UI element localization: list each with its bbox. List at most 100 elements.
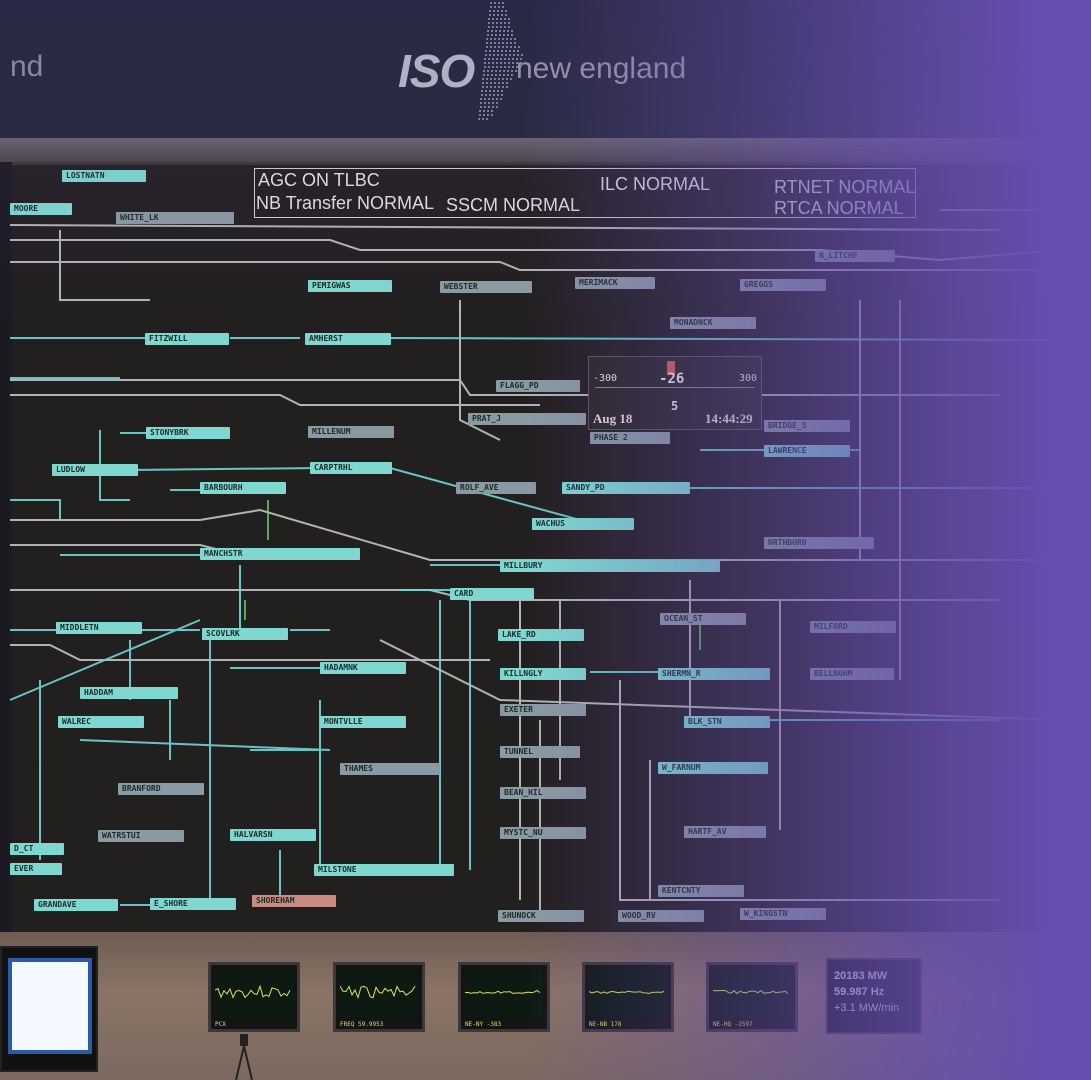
substation-ludlow: LUDLOW (52, 464, 138, 476)
substation-bellnghm: BELLNGHM (810, 668, 894, 680)
substation-montvlle: MONTVLLE (320, 716, 406, 728)
substation-merimack: MERIMACK (575, 277, 655, 289)
substation-w-farnum: W_FARNUM (658, 762, 768, 774)
substation-thames: THAMES (340, 763, 440, 775)
substation-bean-hil: BEAN_HIL (500, 787, 586, 799)
trend-monitor-ne-hq: NE-HQ -2597 (706, 962, 798, 1032)
substation-flagg-pd: FLAGG_PD (496, 380, 580, 392)
trend-monitor-caption: NE-NY -383 (465, 1021, 502, 1028)
substation-halvarsn: HALVARSN (230, 829, 316, 841)
trend-monitor-caption: FREQ 59.9953 (340, 1021, 384, 1028)
substation-tunnel: TUNNEL (500, 746, 580, 758)
left-monitor-screen (8, 958, 92, 1054)
trend-line (339, 985, 416, 1000)
substation-phase-2: PHASE 2 (590, 432, 670, 444)
meter-max: 300 (739, 373, 758, 384)
substation-lawrence: LAWRENCE (764, 445, 850, 457)
trend-monitor-screen (588, 969, 667, 1017)
meter-date: Aug 18 (593, 411, 633, 426)
substation-kentcnty: KENTCNTY (658, 885, 744, 897)
trend-monitor-screen (464, 969, 543, 1017)
substation-ever: EVER (10, 863, 62, 875)
substation-middletn: MIDDLETN (56, 622, 142, 634)
trend-monitor-freq: FREQ 59.9953 (333, 962, 425, 1032)
substation-blk-stn: BLK_STN (684, 716, 770, 728)
substation-hadamnk: HADAMNK (320, 662, 406, 674)
substation-milford: MILFORD (810, 621, 896, 633)
substation-webster: WEBSTER (440, 281, 532, 293)
substation-branford: BRANFORD (118, 783, 204, 795)
substation-prat-j: PRAT_J (468, 413, 586, 425)
status-rtca: RTCA NORMAL (774, 198, 904, 218)
substation-barbourh: BARBOURH (200, 482, 286, 494)
substation-haddam: HADDAM (80, 687, 178, 699)
status-rtnet: RTNET NORMAL (774, 177, 916, 197)
substation-walrec: WALREC (58, 716, 144, 728)
substation-fitzwill: FITZWILL (145, 333, 229, 345)
substation-milstone: MILSTONE (314, 864, 454, 876)
substation-shoreham: SHOREHAM (252, 895, 336, 907)
left-monitor (0, 946, 98, 1072)
substation-exeter: EXETER (500, 704, 586, 716)
substation-lake-rd: LAKE_RD (498, 629, 584, 641)
substation-sandy-pd: SANDY_PD (562, 482, 690, 494)
meter-sub-value: 5 (671, 399, 679, 413)
substation-amherst: AMHERST (305, 333, 391, 345)
substation-hartf-av: HARTF_AV (684, 826, 766, 838)
trend-monitor-ne-ny: NE-NY -383 (458, 962, 550, 1032)
status-ilc: ILC NORMAL (600, 174, 711, 194)
substation-n-litchf: N_LITCHF (815, 250, 895, 262)
trend-monitor-ne-nb: NE-NB 178 (582, 962, 674, 1032)
substation-nrthboro: NRTHBORO (764, 537, 874, 549)
system-frequency: 59.987 Hz (834, 986, 885, 998)
ace-meter-panel: -300 -26 300 5 Aug 18 14:44:29 (588, 356, 762, 430)
substation-w-kingstn: W_KINGSTN (740, 908, 826, 920)
substation-watrstui: WATRSTUI (98, 830, 184, 842)
trend-monitor-caption: NE-NB 178 (589, 1021, 622, 1028)
system-readout-display: 20183 MW 59.987 Hz +3.1 MW/min (826, 958, 922, 1034)
substation-lostnatn: LOSTNATN (62, 170, 146, 182)
substation-millenum: MILLENUM (308, 426, 394, 438)
trend-monitor-pcx: PCX (208, 962, 300, 1032)
substation-white-lk: WHITE_LK (116, 212, 234, 224)
substation-carptrhl: CARPTRHL (310, 462, 392, 474)
substation-grandave: GRANDAVE (34, 899, 118, 911)
meter-value: -26 (659, 371, 685, 387)
trend-line (464, 990, 541, 994)
meter-scale-line (595, 387, 755, 388)
substation-stonybrk: STONYBRK (146, 427, 230, 439)
substation-shunock: SHUNOCK (498, 910, 584, 922)
substation-millbury: MILLBURY (500, 560, 720, 572)
status-sscm: SSCM NORMAL (446, 195, 581, 215)
system-load: 20183 MW (834, 970, 888, 982)
substation-rolf-ave: ROLF_AVE (456, 482, 536, 494)
trend-line (588, 990, 665, 995)
substation-wood-rv: WOOD_RV (618, 910, 704, 922)
substation-ocean-st: OCEAN_ST (660, 613, 746, 625)
meter-time: 14:44:29 (705, 411, 753, 426)
substation-killngly: KILLNGLY (500, 668, 586, 680)
substation-monadnck: MONADNCK (670, 317, 756, 329)
substation-pemigwas: PEMIGWAS (308, 280, 392, 292)
substation-wachus: WACHUS (532, 518, 634, 530)
substation-card: CARD (450, 588, 534, 600)
substation-manchstr: MANCHSTR (200, 548, 360, 560)
substation-d-ct: D_CT (10, 843, 64, 855)
trend-monitor-screen (214, 969, 293, 1017)
substation-scovlrk: SCOVLRK (202, 628, 288, 640)
substation-moore: MOORE (10, 203, 72, 215)
trend-line (712, 989, 789, 995)
substation-mystc-nu: MYSTC_NU (500, 827, 586, 839)
meter-min: -300 (593, 373, 618, 384)
substation-greggs: GREGGS (740, 279, 826, 291)
trend-monitor-screen (712, 969, 791, 1017)
trend-monitor-screen (339, 969, 418, 1017)
camera-mount-icon (235, 1034, 253, 1080)
status-nb-transfer: NB Transfer NORMAL (256, 193, 435, 213)
substation-bridge-s: BRIDGE_S (764, 420, 850, 432)
control-room-photo: nd ISO new england AGC ON TLBC NB Transf… (0, 0, 1091, 1080)
substation-e-shore: E_SHORE (150, 898, 236, 910)
trend-monitor-caption: NE-HQ -2597 (713, 1021, 753, 1028)
status-agc: AGC ON TLBC (258, 170, 380, 190)
substation-shermn-r: SHERMN_R (658, 668, 770, 680)
